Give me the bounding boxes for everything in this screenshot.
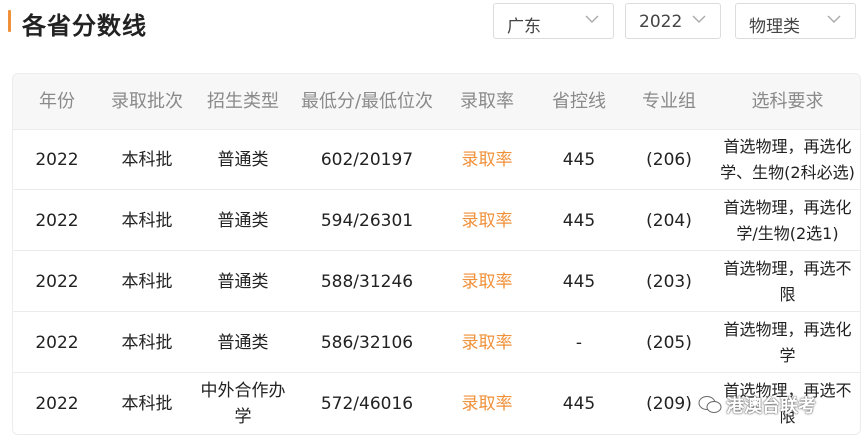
header-batch: 录取批次: [111, 91, 183, 112]
table-row: 2022 本科批 普通类 602/20197 录取率 445 (206) 首选物…: [13, 129, 860, 190]
year-select-value: 2022: [639, 12, 683, 32]
header-subject-requirement: 选科要求: [751, 91, 824, 112]
cell-year: 2022: [35, 210, 79, 231]
cell-major-group: (206): [646, 149, 692, 170]
cell-major-group: (205): [646, 332, 692, 353]
chevron-down-icon: [827, 15, 841, 23]
cell-min-score: 588/31246: [320, 271, 414, 292]
page-title: 各省分数线: [22, 12, 147, 40]
cell-subject-requirement: 首选物理，再选化 学、生物(2科必选): [720, 136, 855, 182]
cell-year: 2022: [35, 149, 79, 170]
rate-link[interactable]: 录取率: [441, 312, 533, 373]
cell-year: 2022: [35, 393, 79, 414]
cell-control-line: 445: [562, 210, 596, 231]
header-min-score: 最低分/最低位次: [300, 91, 434, 112]
cell-type: 普通类: [217, 332, 269, 353]
cell-batch: 本科批: [121, 271, 173, 292]
cell-year: 2022: [35, 332, 79, 353]
rate-link[interactable]: 录取率: [441, 190, 533, 251]
cell-min-score: 572/46016: [320, 393, 414, 414]
header-rate: 录取率: [460, 91, 514, 112]
chevron-down-icon: [585, 15, 599, 23]
table-row: 2022 本科批 普通类 594/26301 录取率 445 (204) 首选物…: [13, 190, 860, 251]
watermark-text: 港澳台联考: [726, 396, 816, 417]
cell-type: 普通类: [217, 149, 269, 170]
cell-major-group: (203): [646, 271, 692, 292]
watermark: 港澳台联考: [698, 393, 816, 417]
cell-min-score: 594/26301: [320, 210, 414, 231]
page-header: 各省分数线 广东 2022 物理类: [0, 0, 865, 48]
score-table: 年份 录取批次 招生类型 最低分/最低位次 录取率 省控线 专业组 选科要求 2…: [12, 73, 861, 435]
header-year: 年份: [39, 91, 75, 112]
cell-subject-requirement: 首选物理，再选不限: [723, 258, 852, 304]
chevron-down-icon: [692, 15, 706, 23]
header-control-line: 省控线: [552, 91, 606, 112]
cell-control-line: -: [575, 332, 583, 353]
province-select-value: 广东: [507, 17, 541, 37]
cell-batch: 本科批: [121, 393, 173, 414]
header-major-group: 专业组: [642, 91, 696, 112]
table-row: 2022 本科批 普通类 588/31246 录取率 445 (203) 首选物…: [13, 251, 860, 312]
cell-batch: 本科批: [121, 332, 173, 353]
header-type: 招生类型: [207, 91, 279, 112]
cell-batch: 本科批: [121, 210, 173, 231]
cell-subject-requirement: 首选物理，再选化 学/生物(2选1): [723, 197, 852, 243]
cell-type: 普通类: [217, 271, 269, 292]
province-select[interactable]: 广东: [493, 3, 614, 39]
cell-min-score: 586/32106: [320, 332, 414, 353]
rate-link[interactable]: 录取率: [441, 129, 533, 190]
subject-type-select[interactable]: 物理类: [735, 3, 856, 39]
year-select[interactable]: 2022: [625, 3, 721, 39]
cell-subject-requirement: 首选物理，再选化学: [723, 319, 852, 365]
subject-type-select-value: 物理类: [749, 17, 800, 37]
rate-link[interactable]: 录取率: [441, 251, 533, 312]
cell-min-score: 602/20197: [320, 149, 414, 170]
cell-major-group: (204): [646, 210, 692, 231]
cell-control-line: 445: [562, 271, 596, 292]
cell-year: 2022: [35, 271, 79, 292]
table-header: 年份 录取批次 招生类型 最低分/最低位次 录取率 省控线 专业组 选科要求: [13, 74, 860, 130]
title-accent-bar: [8, 10, 11, 32]
rate-link[interactable]: 录取率: [441, 373, 533, 434]
wechat-icon: [698, 396, 722, 413]
cell-type: 普通类: [217, 210, 269, 231]
cell-control-line: 445: [562, 393, 596, 414]
cell-type: 中外合作办学: [200, 380, 286, 427]
cell-control-line: 445: [562, 149, 596, 170]
cell-batch: 本科批: [121, 149, 173, 170]
table-row: 2022 本科批 普通类 586/32106 录取率 - (205) 首选物理，…: [13, 312, 860, 373]
